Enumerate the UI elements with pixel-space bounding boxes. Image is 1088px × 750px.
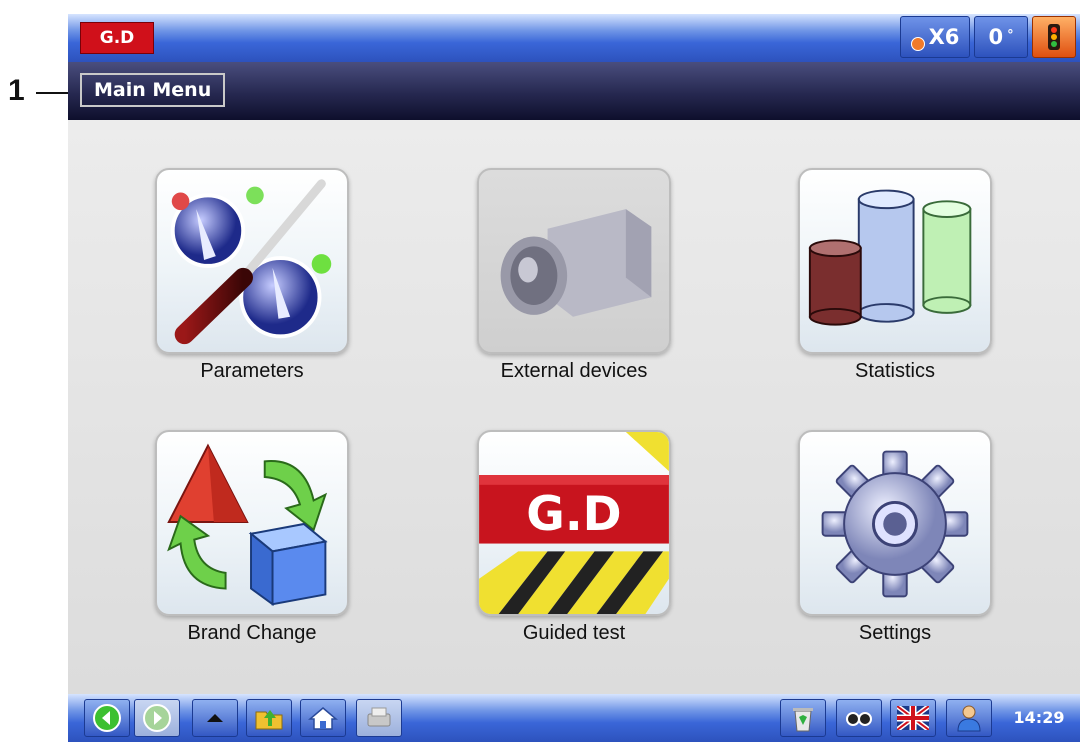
menu-item-label: Guided test [522, 622, 626, 644]
menu-item-brand-change[interactable]: Brand Change [132, 430, 372, 645]
menu-item-guided-test[interactable]: G.D Guided test [454, 430, 694, 645]
counter-unit: ° [1007, 27, 1014, 43]
back-button[interactable] [84, 699, 130, 737]
menu-item-statistics[interactable]: Statistics [775, 168, 1015, 383]
counter-value: 0 [988, 25, 1004, 49]
user-button[interactable] [946, 699, 992, 737]
callout-number: 1 [8, 74, 25, 107]
up-button[interactable] [192, 699, 238, 737]
multiplier-button[interactable]: X6 [900, 16, 970, 58]
forward-icon [143, 704, 171, 732]
guided-test-logo-text: G.D [526, 487, 621, 542]
language-button[interactable] [890, 699, 936, 737]
shapes-arrows-icon [155, 430, 349, 616]
menu-item-label: Brand Change [187, 622, 317, 644]
up-icon [207, 714, 223, 722]
uk-flag-icon [897, 706, 929, 730]
gear-icon [798, 430, 992, 616]
menu-item-label: Parameters [200, 360, 304, 382]
gd-logo: G.D [80, 22, 154, 54]
bottom-bar: 14:29 [68, 694, 1080, 742]
clock-time: 14:29 [1013, 708, 1065, 727]
home-button[interactable] [300, 699, 346, 737]
folder-button[interactable] [246, 699, 292, 737]
gd-logo-icon: G.D [477, 430, 671, 616]
top-bar: G.D X6 0 ° [68, 14, 1080, 62]
forward-button[interactable] [134, 699, 180, 737]
menu-item-parameters[interactable]: Parameters [132, 168, 372, 383]
hmi-screen: G.D X6 0 ° Main Menu Parameters External… [68, 14, 1080, 742]
recycle-icon [793, 708, 813, 732]
back-icon [93, 704, 121, 732]
screwdriver-icon [155, 168, 349, 354]
main-menu-grid: Parameters External devices Statistics B… [68, 120, 1080, 694]
folder-icon [255, 710, 283, 730]
user-icon [957, 705, 981, 732]
menu-item-settings[interactable]: Settings [775, 430, 1015, 645]
home-icon [308, 707, 338, 730]
page-title: Main Menu [80, 73, 226, 107]
menu-item-label: External devices [500, 360, 648, 382]
menu-item-label: Settings [858, 622, 932, 644]
multiplier-value: X6 [928, 25, 960, 49]
title-bar: Main Menu [68, 62, 1080, 120]
print-icon [367, 707, 391, 727]
print-button[interactable] [356, 699, 402, 737]
traffic-light-icon [1048, 24, 1060, 50]
cylinder-chart-icon [798, 168, 992, 354]
counter-button[interactable]: 0 ° [974, 16, 1028, 58]
status-dot-icon [910, 37, 925, 51]
camera-icon [477, 168, 671, 354]
menu-item-external-devices[interactable]: External devices [454, 168, 694, 383]
glasses-icon [846, 712, 872, 726]
recycle-button[interactable] [780, 699, 826, 737]
status-light-button[interactable] [1032, 16, 1076, 58]
glasses-button[interactable] [836, 699, 882, 737]
menu-item-label: Statistics [854, 360, 936, 382]
